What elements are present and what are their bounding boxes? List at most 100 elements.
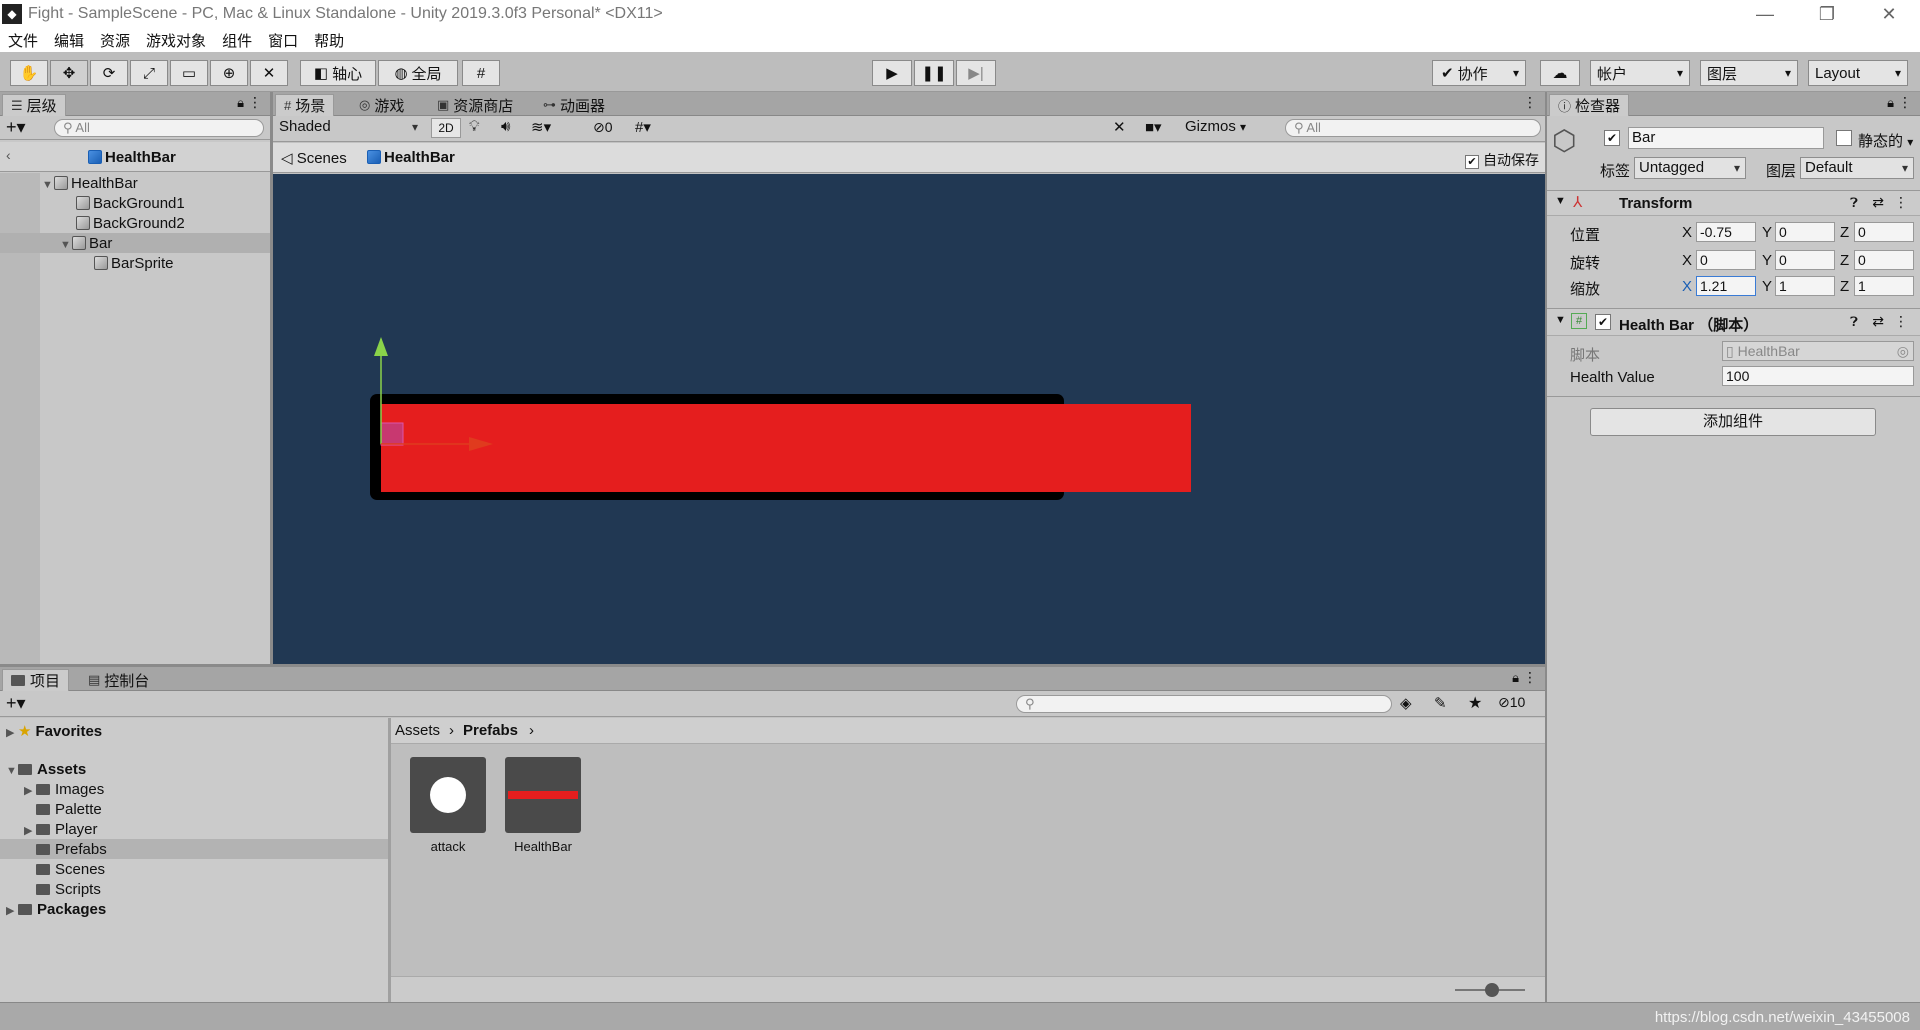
more-icon[interactable]: ⋮ — [248, 94, 262, 111]
position-y-input[interactable]: 0 — [1775, 222, 1835, 242]
tree-packages[interactable]: ▶ Packages — [6, 901, 106, 918]
play-button[interactable]: ▶ — [872, 60, 912, 86]
2d-toggle[interactable]: 2D — [431, 118, 461, 138]
tree-item-healthbar[interactable]: ▼ HealthBar — [42, 175, 138, 192]
global-toggle[interactable]: ◍ 全局 — [378, 60, 458, 86]
tree-item-background2[interactable]: BackGround2 — [76, 215, 185, 232]
account-dropdown[interactable]: 帐户 ▾ — [1590, 60, 1690, 86]
menu-file[interactable]: 文件 — [8, 30, 38, 51]
active-checkbox[interactable]: ✔ — [1604, 130, 1620, 146]
y-arrow-icon[interactable] — [374, 337, 388, 356]
health-value-input[interactable]: 100 — [1722, 366, 1914, 386]
layout-dropdown[interactable]: Layout ▾ — [1808, 60, 1908, 86]
hidden-packages-icon[interactable]: ⊘10 — [1498, 694, 1525, 711]
transform-tool-icon[interactable]: ⊕ — [210, 60, 248, 86]
rotation-y-input[interactable]: 0 — [1775, 250, 1835, 270]
tree-assets[interactable]: ▼ Assets — [6, 761, 86, 778]
more-icon[interactable]: ⋮ — [1523, 669, 1537, 686]
expand-arrow-icon[interactable]: ▶ — [24, 784, 36, 797]
label-icon[interactable]: ✎ — [1434, 694, 1447, 712]
expand-arrow-icon[interactable]: ▼ — [60, 239, 72, 251]
tree-item-bar[interactable]: ▼ Bar — [60, 235, 112, 252]
pivot-toggle[interactable]: ◧ 轴心 — [300, 60, 376, 86]
rect-tool-icon[interactable]: ▭ — [170, 60, 208, 86]
help-icon[interactable]: ❓︎ — [1850, 195, 1858, 211]
more-icon[interactable]: ⋮ — [1898, 94, 1912, 111]
add-icon[interactable]: +▾ — [6, 693, 26, 714]
rotate-tool-icon[interactable]: ⟳ — [90, 60, 128, 86]
rotation-x-input[interactable]: 0 — [1696, 250, 1756, 270]
scene-viewport[interactable] — [273, 174, 1545, 664]
tree-item-background1[interactable]: BackGround1 — [76, 195, 185, 212]
scale-tool-icon[interactable]: ⤢ — [130, 60, 168, 86]
tab-game[interactable]: ◎ 游戏 — [351, 94, 412, 116]
tab-hierarchy[interactable]: ☰ 层级 — [2, 94, 66, 116]
asset-thumbnail-attack[interactable] — [410, 757, 486, 833]
tools-icon[interactable]: ✕ — [1113, 118, 1126, 136]
collapse-arrow-icon[interactable]: ▼ — [1555, 314, 1566, 326]
hierarchy-search-input[interactable]: ⚲ All — [54, 119, 264, 137]
tab-inspector[interactable]: ⓘ 检查器 — [1549, 94, 1630, 116]
tree-folder-scenes[interactable]: Scenes — [36, 861, 105, 878]
tab-scene[interactable]: # 场景 — [275, 94, 335, 116]
cloud-icon[interactable]: ☁ — [1540, 60, 1580, 86]
restore-button[interactable]: ❐ — [1796, 0, 1858, 28]
lock-icon[interactable]: 🔒︎ — [1887, 95, 1894, 111]
grid-snap-icon[interactable]: #▾ — [635, 118, 651, 136]
tree-favorites[interactable]: ▶ ★ Favorites — [6, 722, 102, 740]
asset-thumbnail-healthbar[interactable] — [505, 757, 581, 833]
breadcrumb-prefab[interactable]: HealthBar — [367, 149, 455, 166]
static-checkbox[interactable] — [1836, 130, 1852, 146]
effects-icon[interactable]: ≋▾ — [531, 118, 551, 136]
healthbar-component-header[interactable]: ▼ # ✔ Health Bar （脚本） ❓︎ ⇄ ⋮ — [1547, 308, 1920, 336]
autosave-toggle[interactable]: ✔ 自动保存 — [1465, 150, 1539, 170]
more-icon[interactable]: ⋮ — [1894, 313, 1908, 330]
more-icon[interactable]: ⋮ — [1523, 94, 1537, 111]
rotation-z-input[interactable]: 0 — [1854, 250, 1914, 270]
project-search-input[interactable]: ⚲ — [1016, 695, 1392, 713]
position-z-input[interactable]: 0 — [1854, 222, 1914, 242]
add-component-button[interactable]: 添加组件 — [1590, 408, 1876, 436]
layer-dropdown[interactable]: Default — [1800, 157, 1914, 179]
hidden-objects-icon[interactable]: ⊘0 — [593, 119, 613, 136]
tree-folder-player[interactable]: ▶ Player — [24, 821, 98, 838]
health-bar-sprite[interactable] — [381, 404, 1191, 492]
expand-arrow-icon[interactable]: ▶ — [6, 904, 18, 917]
custom-tool-icon[interactable]: ✕ — [250, 60, 288, 86]
menu-window[interactable]: 窗口 — [268, 30, 298, 51]
collapse-arrow-icon[interactable]: ▼ — [1555, 195, 1566, 207]
breadcrumb-assets[interactable]: Assets — [395, 722, 440, 739]
object-name-input[interactable]: Bar — [1628, 127, 1824, 149]
hand-tool-icon[interactable]: ✋ — [10, 60, 48, 86]
menu-help[interactable]: 帮助 — [314, 30, 344, 51]
scale-y-input[interactable]: 1 — [1775, 276, 1835, 296]
lock-icon[interactable]: 🔒︎ — [237, 95, 244, 111]
more-icon[interactable]: ⋮ — [1894, 194, 1908, 211]
filter-type-icon[interactable]: ◈ — [1400, 694, 1412, 712]
minimize-button[interactable]: — — [1734, 0, 1796, 28]
layers-dropdown[interactable]: 图层 ▾ — [1700, 60, 1798, 86]
star-icon[interactable]: ★ — [1468, 693, 1482, 713]
breadcrumb-scenes[interactable]: ◁ Scenes — [281, 149, 347, 167]
expand-arrow-icon[interactable]: ▼ — [42, 179, 54, 191]
tab-console[interactable]: ▤ 控制台 — [80, 669, 157, 691]
static-label[interactable]: 静态的 ▾ — [1858, 130, 1913, 151]
menu-component[interactable]: 组件 — [222, 30, 252, 51]
scale-z-input[interactable]: 1 — [1854, 276, 1914, 296]
tree-folder-images[interactable]: ▶ Images — [24, 781, 104, 798]
snap-icon[interactable]: # — [462, 60, 500, 86]
help-icon[interactable]: ❓︎ — [1850, 314, 1858, 330]
move-tool-icon[interactable]: ✥ — [50, 60, 88, 86]
pause-button[interactable]: ❚❚ — [914, 60, 954, 86]
tab-asset-store[interactable]: ▣ 资源商店 — [429, 94, 521, 116]
gizmos-dropdown[interactable]: Gizmos ▾ — [1185, 118, 1267, 138]
expand-arrow-icon[interactable]: ▶ — [24, 824, 36, 837]
light-icon[interactable]: 💡︎ — [469, 118, 480, 135]
breadcrumb-prefabs[interactable]: Prefabs — [463, 722, 518, 739]
scale-x-input[interactable]: 1.21 — [1696, 276, 1756, 296]
add-icon[interactable]: +▾ — [6, 117, 26, 138]
tab-project[interactable]: 项目 — [2, 669, 70, 691]
step-button[interactable]: ▶| — [956, 60, 996, 86]
tree-item-barsprite[interactable]: BarSprite — [94, 255, 174, 272]
tree-folder-palette[interactable]: Palette — [36, 801, 102, 818]
